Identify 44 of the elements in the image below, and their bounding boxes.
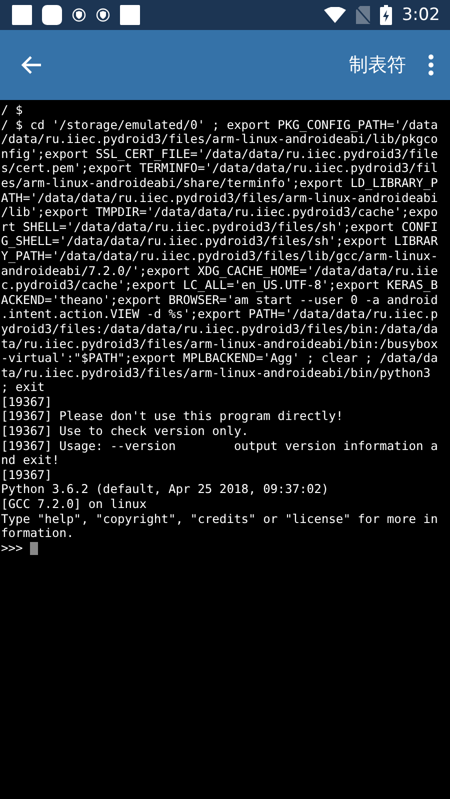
shield-icon [96,8,110,22]
terminal-line: G_SHELL='/data/data/ru.iiec.pydroid3/files/sh';export LIBRAR [1,234,439,249]
prompt: >>> [1,540,24,556]
terminal-line: nfig';export SSL_CERT_FILE='/data/data/ru.iiec.pydroid3/file [1,146,439,162]
terminal-line: ta/ru.iiec.pydroid3/files/arm-linux-androideabi/bin/python3 [1,366,432,380]
wifi-icon [324,7,346,23]
text-cursor [30,542,38,555]
clock: 3:02 [402,5,440,25]
terminal-line: .intent.action.VIEW -d %s';export PATH='/data/data/ru.iiec.p [1,307,439,322]
terminal-line: [19367] [1,394,53,410]
terminal-line: /lib';export TMPDIR='/data/data/ru.iiec.pydroid3/cache';expo [1,205,439,220]
terminal-line: es/arm-linux-androideabi/share/terminfo';export LD_LIBRARY_P [1,176,439,191]
terminal-line: ATH='/data/data/ru.iiec.pydroid3/files/arm-linux-androideabi [1,190,439,206]
terminal-line: nd exit! [1,453,60,468]
terminal-line: / $ cd '/storage/emulated/0' ; export PKG_CONFIG_PATH='/data [1,118,439,132]
shield-icon [72,8,86,22]
terminal-line: [19367] Usage: --version output version information a [1,438,439,454]
notification-icon [120,5,140,25]
terminal-line: [19367] [1,468,53,482]
terminal-line: [19367] Use to check version only. [1,424,250,439]
terminal-line: c.pydroid3/cache';export LC_ALL='en_US.UTF-8';export KERAS_B [1,278,439,293]
terminal-line: ta/ru.iiec.pydroid3/files/arm-linux-androideabi/bin:/busybox [1,336,439,352]
terminal-line: ; exit [1,380,46,395]
terminal-line: rt SHELL='/data/data/ru.iiec.pydroid3/files/sh';export CONFI [1,220,439,234]
notification-icon [42,5,62,25]
back-icon[interactable] [20,55,42,75]
terminal-line: ACKEND='theano';export BROWSER='am start --user 0 -a android [1,292,439,308]
terminal-line: ydroid3/files:/data/data/ru.iiec.pydroid3/files/bin:/data/da [1,322,439,336]
terminal-line: [19367] Please don't use this program directly! [1,409,344,424]
terminal-line: Y_PATH='/data/data/ru.iiec.pydroid3/files/lib/gcc/arm-linux- [1,248,439,264]
terminal-line: -virtual':"$PATH";export MPLBACKEND='Agg' ; clear ; /data/da [1,351,439,366]
tab-character-button[interactable]: 制表符 [349,52,406,78]
battery-charging-icon [380,5,392,25]
no-sim-icon [356,6,370,24]
terminal-line: / $ [1,103,24,118]
terminal-line: /data/ru.iiec.pydroid3/files/arm-linux-androideabi/lib/pkgco [1,132,439,147]
terminal-line: [GCC 7.2.0] on linux [1,497,148,512]
terminal-line: formation. [1,526,75,541]
notification-icon [12,5,32,25]
terminal-line: s/cert.pem';export TERMINFO='/data/data/ru.iiec.pydroid3/fil [1,161,439,176]
terminal-line: Python 3.6.2 (default, Apr 25 2018, 09:37:02) [1,482,330,498]
more-options-icon[interactable] [428,54,434,76]
terminal-line: androideabi/7.2.0/';export XDG_CACHE_HOME='/data/data/ru.iie [1,264,439,278]
terminal-line: Type "help", "copyright", "credits" or "license" for more in [1,512,439,526]
